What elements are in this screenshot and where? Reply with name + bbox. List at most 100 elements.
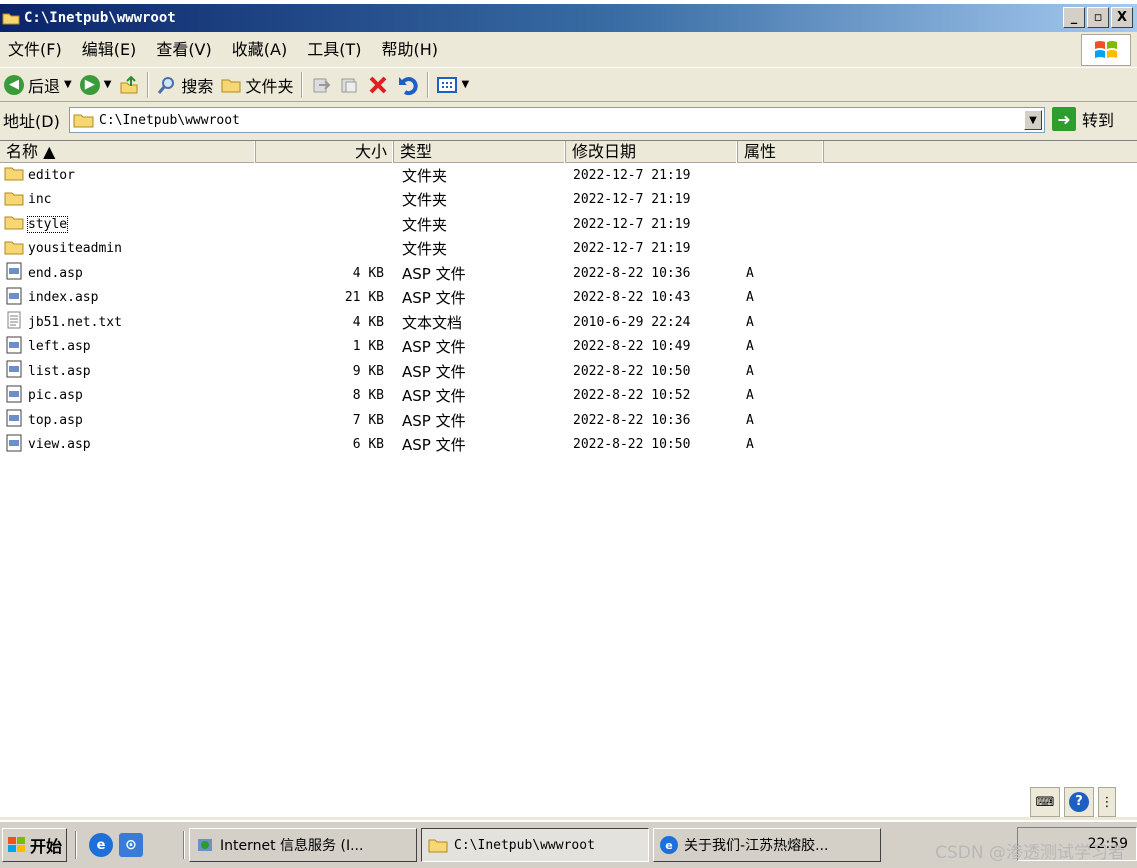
address-input[interactable]: C:\Inetpub\wwwroot ▼ (69, 107, 1045, 133)
dropdown-arrow-icon[interactable]: ▼ (64, 79, 72, 90)
file-row[interactable]: editor 文件夹 2022-12-7 21:19 (0, 163, 1137, 188)
asp-file-icon (4, 409, 24, 431)
copy-to-button[interactable] (335, 71, 363, 99)
menu-help[interactable]: 帮助(H) (373, 38, 450, 62)
file-modified-date: 2022-12-7 21:19 (573, 241, 691, 257)
file-name-cell[interactable]: style (4, 213, 69, 235)
column-header-attributes[interactable]: 属性 (738, 141, 824, 163)
file-attributes: A (746, 412, 754, 428)
start-label: 开始 (30, 837, 63, 856)
file-name-cell[interactable]: view.asp (4, 434, 91, 456)
menu-view[interactable]: 查看(V) (148, 38, 223, 62)
column-header-name[interactable]: 名称 ▲ (0, 141, 256, 163)
text-file-icon (4, 311, 24, 333)
file-row[interactable]: jb51.net.txt 4 KB 文本文档 2010-6-29 22:24 A (0, 310, 1137, 335)
file-modified-date: 2022-8-22 10:36 (573, 265, 691, 281)
windows-logo-icon (1081, 34, 1131, 66)
close-button[interactable]: X (1111, 7, 1133, 28)
maximize-button[interactable]: ▫ (1087, 7, 1109, 28)
file-row[interactable]: end.asp 4 KB ASP 文件 2022-8-22 10:36 A (0, 261, 1137, 286)
column-header-size[interactable]: 大小 (256, 141, 394, 163)
file-name-cell[interactable]: pic.asp (4, 385, 83, 407)
folder-icon (428, 839, 448, 853)
asp-file-icon (4, 287, 24, 309)
taskbar-item-label: Internet 信息服务 (I... (220, 838, 364, 854)
file-type: 文本文档 (402, 313, 463, 332)
file-attributes: A (746, 339, 754, 355)
views-button[interactable]: ▼ (433, 71, 473, 99)
ie-icon[interactable]: e (89, 833, 114, 857)
toolbar-separator (427, 71, 430, 98)
file-row[interactable]: view.asp 6 KB ASP 文件 2022-8-22 10:50 A (0, 433, 1137, 458)
file-type: ASP 文件 (402, 338, 466, 357)
menu-file[interactable]: 文件(F) (0, 38, 74, 62)
menu-tools[interactable]: 工具(T) (299, 38, 373, 62)
file-type: ASP 文件 (402, 387, 466, 406)
folder-icon (4, 213, 24, 235)
file-name-cell[interactable]: editor (4, 164, 75, 186)
taskbar: 开始 e ⊙ Internet 信息服务 (I... C:\Inetpub\ww… (0, 820, 1137, 868)
menu-favorites[interactable]: 收藏(A) (224, 38, 299, 62)
file-modified-date: 2022-12-7 21:19 (573, 167, 691, 183)
file-name-cell[interactable]: inc (4, 189, 51, 211)
minimize-button[interactable]: _ (1063, 7, 1085, 28)
up-folder-button[interactable] (115, 71, 143, 99)
file-name-cell[interactable]: yousiteadmin (4, 238, 122, 260)
file-name-cell[interactable]: top.asp (4, 409, 83, 431)
go-button[interactable]: ➜ 转到 (1052, 107, 1114, 131)
file-modified-date: 2022-8-22 10:36 (573, 412, 691, 428)
taskbar-item-browser[interactable]: e 关于我们-江苏热熔胶... (653, 828, 882, 862)
up-folder-icon (120, 75, 138, 93)
file-row[interactable]: index.asp 21 KB ASP 文件 2022-8-22 10:43 A (0, 286, 1137, 311)
asp-file-icon (4, 385, 24, 407)
taskbar-item-explorer[interactable]: C:\Inetpub\wwwroot (421, 828, 650, 862)
column-header-type[interactable]: 类型 (394, 141, 566, 163)
file-name-cell[interactable]: index.asp (4, 287, 98, 309)
menu-edit[interactable]: 编辑(E) (74, 38, 149, 62)
back-button[interactable]: ◀ 后退 ▼ (0, 71, 76, 99)
file-row[interactable]: inc 文件夹 2022-12-7 21:19 (0, 188, 1137, 213)
file-name-cell[interactable]: jb51.net.txt (4, 311, 122, 333)
delete-button[interactable] (363, 71, 393, 99)
move-to-button[interactable] (307, 71, 335, 99)
column-header-modified[interactable]: 修改日期 (566, 141, 738, 163)
title-bar[interactable]: C:\Inetpub\wwwroot _ ▫ X (0, 4, 1137, 32)
show-desktop-icon[interactable]: ⊙ (119, 833, 144, 857)
file-name-cell[interactable]: list.asp (4, 360, 91, 382)
file-name-cell[interactable]: end.asp (4, 262, 83, 284)
file-row[interactable]: style 文件夹 2022-12-7 21:19 (0, 212, 1137, 237)
file-name: pic.asp (28, 388, 83, 404)
help-icon[interactable]: ? (1064, 787, 1094, 817)
taskbar-item-iis[interactable]: Internet 信息服务 (I... (189, 828, 418, 862)
file-row[interactable]: pic.asp 8 KB ASP 文件 2022-8-22 10:52 A (0, 384, 1137, 409)
asp-file-icon (4, 336, 24, 358)
file-row[interactable]: yousiteadmin 文件夹 2022-12-7 21:19 (0, 237, 1137, 262)
views-grid-icon (437, 76, 458, 93)
forward-button[interactable]: ▶ ▼ (76, 71, 116, 99)
file-row[interactable]: top.asp 7 KB ASP 文件 2022-8-22 10:36 A (0, 408, 1137, 433)
file-list[interactable]: 名称 ▲ 大小 类型 修改日期 属性 editor 文件夹 2022-12-7 21… (0, 140, 1137, 817)
folder-icon (4, 189, 24, 211)
file-row[interactable]: list.asp 9 KB ASP 文件 2022-8-22 10:50 A (0, 359, 1137, 384)
file-name: view.asp (28, 437, 91, 453)
file-size: 4 KB (352, 265, 384, 281)
keyboard-icon[interactable]: ⌨ (1030, 787, 1060, 817)
start-button[interactable]: 开始 (2, 828, 68, 862)
file-type: 文件夹 (402, 240, 448, 259)
dropdown-arrow-icon[interactable]: ▼ (104, 79, 112, 90)
go-label: 转到 (1082, 111, 1115, 130)
undo-button[interactable] (393, 71, 423, 99)
file-row[interactable]: left.asp 1 KB ASP 文件 2022-8-22 10:49 A (0, 335, 1137, 360)
go-arrow-icon: ➜ (1052, 107, 1076, 131)
address-dropdown-button[interactable]: ▼ (1024, 110, 1042, 130)
search-button[interactable]: 搜索 (153, 71, 217, 99)
file-attributes: A (746, 314, 754, 330)
corner-buttons: ⌨ ? ⋮ (1030, 787, 1116, 817)
file-modified-date: 2022-8-22 10:50 (573, 363, 691, 379)
file-name-cell[interactable]: left.asp (4, 336, 91, 358)
dropdown-arrow-icon[interactable]: ▼ (461, 79, 469, 90)
folders-button[interactable]: 文件夹 (217, 71, 297, 99)
file-modified-date: 2010-6-29 22:24 (573, 314, 691, 330)
more-options-icon[interactable]: ⋮ (1098, 787, 1116, 817)
file-name: list.asp (28, 363, 91, 379)
